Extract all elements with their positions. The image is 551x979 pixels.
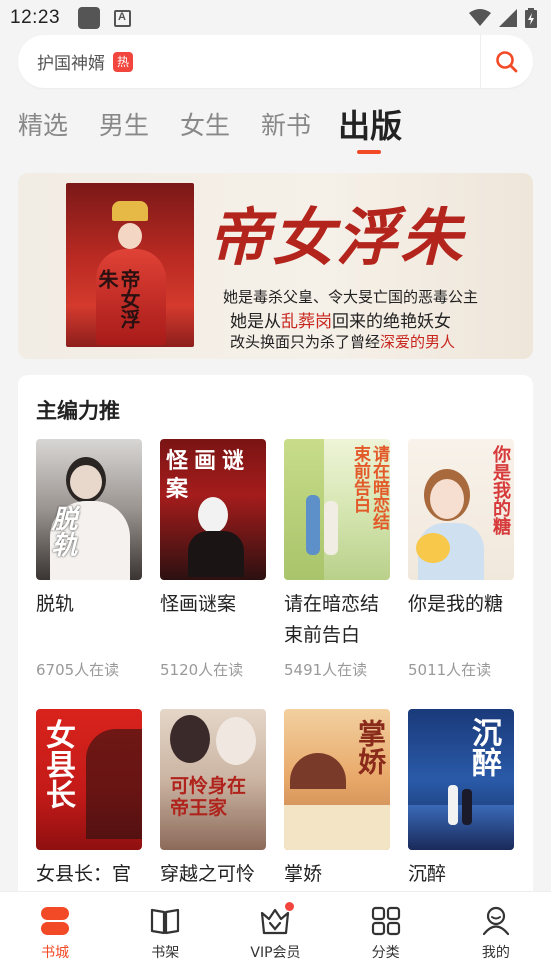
cell-signal-icon xyxy=(499,9,517,27)
book-cover: 可怜身在帝王家 xyxy=(160,709,266,850)
hot-badge: 热 xyxy=(113,51,133,72)
notification-dot xyxy=(285,902,295,911)
book-cover: 沉醉 xyxy=(408,709,514,850)
tab-female[interactable]: 女生 xyxy=(180,108,230,144)
nav-vip[interactable]: VIP会员 xyxy=(220,892,330,979)
banner-line-3: 改头换面只为杀了曾经深爱的男人 xyxy=(230,333,456,351)
book-title: 沉醉 xyxy=(408,863,447,885)
status-bar: 12:23 A xyxy=(0,0,551,36)
search-bar[interactable]: 护国神婿 热 xyxy=(18,35,533,88)
vip-crown-icon xyxy=(258,902,295,938)
banner-cover-image: 帝女浮朱 xyxy=(66,183,194,347)
search-placeholder: 护国神婿 xyxy=(37,54,105,74)
book-card[interactable]: 女县长 女县长：官 xyxy=(36,709,142,890)
book-cover: 掌娇 xyxy=(284,709,390,850)
book-title: 女县长：官 xyxy=(36,863,132,885)
wifi-icon xyxy=(469,9,491,26)
notification-icon xyxy=(78,7,101,29)
nav-profile[interactable]: 我的 xyxy=(441,892,551,979)
banner-title: 帝女浮朱 xyxy=(208,201,465,274)
tab-featured[interactable]: 精选 xyxy=(18,108,68,144)
book-cover: 你是我的糖 xyxy=(408,439,514,580)
book-readers: 5491人在读 xyxy=(284,661,368,679)
book-readers: 6705人在读 xyxy=(36,661,120,679)
nav-bookstore[interactable]: 书城 xyxy=(0,892,110,979)
book-card[interactable]: 你是我的糖 你是我的糖 5011人在读 xyxy=(408,439,514,679)
book-cover: 女县长 xyxy=(36,709,142,850)
book-cover: 怪画谜案 xyxy=(160,439,266,580)
category-grid-icon xyxy=(369,904,403,938)
book-title: 请在暗恋结束前告白 xyxy=(284,593,380,646)
nav-label: 分类 xyxy=(371,945,400,961)
book-title: 穿越之可怜 xyxy=(160,863,256,885)
profile-icon xyxy=(479,904,513,938)
bookshelf-icon xyxy=(148,904,182,938)
nav-bookshelf[interactable]: 书架 xyxy=(110,892,220,979)
book-card[interactable]: 脱轨 脱轨 6705人在读 xyxy=(36,439,142,679)
book-readers: 5011人在读 xyxy=(408,661,492,679)
nav-label: 我的 xyxy=(481,945,510,961)
bottom-navigation: 书城 书架 VIP会员 分类 我的 xyxy=(0,891,551,979)
banner-cover-title: 帝女浮朱 xyxy=(95,269,141,329)
tab-published[interactable]: 出版 xyxy=(338,108,402,144)
accessibility-notification-icon: A xyxy=(114,9,132,27)
banner-line-1: 她是毒杀父皇、令大旻亡国的恶毒公主 xyxy=(223,288,479,306)
nav-label: 书架 xyxy=(151,945,180,961)
editor-picks-section: 主编力推 脱轨 脱轨 6705人在读 怪画谜案 怪画谜案 5120人在读 请在暗… xyxy=(18,375,533,915)
tab-male[interactable]: 男生 xyxy=(99,108,149,144)
book-title: 掌娇 xyxy=(284,863,323,885)
bookstore-icon xyxy=(38,904,72,938)
book-cover: 请在暗恋结束前告白 xyxy=(284,439,390,580)
tab-new-books[interactable]: 新书 xyxy=(261,108,311,144)
nav-label: VIP会员 xyxy=(250,945,301,961)
book-card[interactable]: 可怜身在帝王家 穿越之可怜 xyxy=(160,709,266,890)
status-time: 12:23 xyxy=(10,7,61,28)
section-title: 主编力推 xyxy=(36,399,120,423)
book-card[interactable]: 沉醉 沉醉 xyxy=(408,709,514,890)
promo-banner[interactable]: 帝女浮朱 帝女浮朱 她是毒杀父皇、令大旻亡国的恶毒公主 她是从乱葬岗回来的绝艳妖… xyxy=(18,173,533,359)
book-title: 脱轨 xyxy=(36,593,75,615)
nav-label: 书城 xyxy=(41,945,70,961)
category-tabs: 精选 男生 女生 新书 出版 xyxy=(18,108,433,144)
battery-icon xyxy=(525,8,537,28)
book-readers: 5120人在读 xyxy=(160,661,244,679)
book-title: 怪画谜案 xyxy=(160,593,237,615)
book-cover: 脱轨 xyxy=(36,439,142,580)
active-tab-indicator xyxy=(357,150,381,154)
banner-line-2: 她是从乱葬岗回来的绝艳妖女 xyxy=(230,312,451,332)
book-card[interactable]: 掌娇 掌娇 xyxy=(284,709,390,890)
book-card[interactable]: 请在暗恋结束前告白 请在暗恋结束前告白 5491人在读 xyxy=(284,439,390,679)
search-icon xyxy=(496,50,518,72)
book-title: 你是我的糖 xyxy=(408,593,504,615)
book-card[interactable]: 怪画谜案 怪画谜案 5120人在读 xyxy=(160,439,266,679)
nav-category[interactable]: 分类 xyxy=(331,892,441,979)
search-button[interactable] xyxy=(480,35,533,88)
